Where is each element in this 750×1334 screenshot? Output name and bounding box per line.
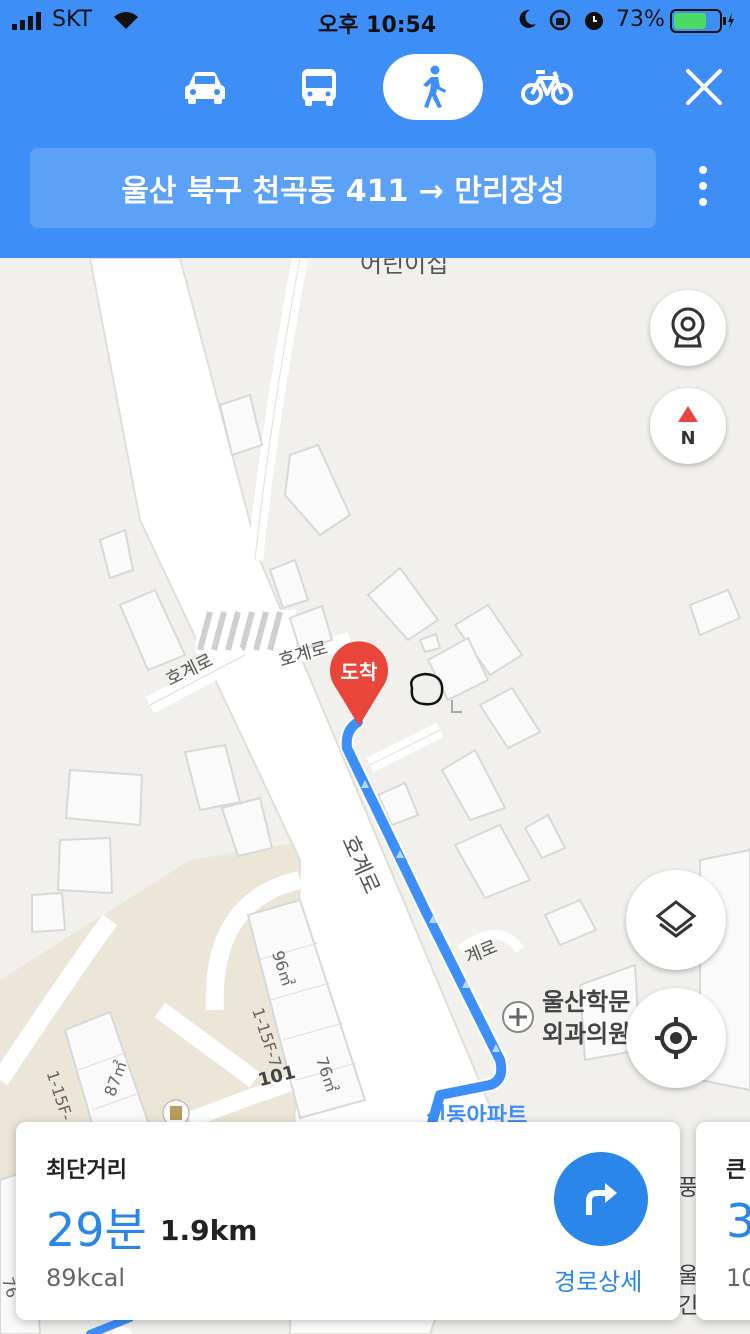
status-bar: SKT 오후 10:54 73%	[0, 0, 750, 40]
moon-icon	[516, 8, 538, 36]
close-icon	[686, 69, 722, 105]
clinic-name-line2: 외과의원	[542, 1020, 631, 1048]
route-option-card[interactable]: 최단거리 29분 1.9km 89kcal 경로상세	[16, 1122, 680, 1320]
apartment-icon	[170, 1106, 182, 1120]
layers-icon	[655, 900, 697, 938]
layers-button[interactable]	[626, 870, 726, 970]
walk-icon	[423, 65, 446, 108]
close-button[interactable]	[654, 54, 750, 120]
tab-bus[interactable]	[269, 54, 369, 120]
destination-marker[interactable]: 도착	[328, 640, 390, 728]
bus-icon	[302, 69, 336, 106]
route-detail-label[interactable]: 경로상세	[554, 1262, 642, 1297]
route-type-label: 최단거리	[46, 1158, 127, 1183]
carrier-label: SKT	[52, 7, 93, 32]
route-calories: 89kcal	[46, 1264, 126, 1292]
more-options-button[interactable]	[688, 166, 718, 210]
clinic-name-line1: 울산학문	[542, 988, 631, 1016]
drawn-circle-mark	[410, 672, 444, 706]
street-view-icon	[671, 307, 705, 348]
svg-text:N: N	[680, 428, 695, 448]
rotation-lock-icon	[548, 8, 572, 38]
signal-icon	[12, 11, 46, 36]
route-option-card-next[interactable]: 큰 3 10	[696, 1122, 750, 1320]
bike-icon	[521, 70, 573, 105]
map-label-daycare: 어린이집	[360, 258, 449, 278]
clock: 오후 10:54	[318, 13, 437, 38]
route-detail-button[interactable]	[554, 1152, 648, 1246]
tab-car[interactable]	[155, 54, 255, 120]
alarm-icon	[582, 8, 606, 38]
next-route-calories: 10	[726, 1264, 750, 1292]
route-duration: 29분	[46, 1203, 147, 1257]
next-route-type-label: 큰	[726, 1158, 747, 1183]
compass-button[interactable]: N	[650, 388, 726, 464]
battery-icon	[670, 9, 736, 39]
tab-bike[interactable]	[497, 54, 597, 120]
tab-walk[interactable]	[383, 54, 483, 120]
route-summary-field[interactable]: 울산 북구 천곡동 411 → 만리장성	[30, 148, 656, 228]
street-view-button[interactable]	[650, 290, 726, 366]
my-location-button[interactable]	[626, 988, 726, 1088]
wifi-icon	[112, 9, 140, 37]
compass-icon: N	[678, 406, 698, 448]
next-route-duration: 3	[726, 1194, 750, 1248]
route-distance: 1.9km	[160, 1214, 258, 1247]
transport-mode-tabs	[0, 54, 750, 124]
destination-label: 도착	[340, 660, 378, 684]
car-icon	[185, 72, 225, 104]
app-header: SKT 오후 10:54 73% 울산 북구 천곡동 411 → 만리장성	[0, 0, 750, 258]
battery-percent: 73%	[616, 7, 665, 32]
crosshair-icon	[655, 1017, 697, 1059]
turn-right-icon	[586, 1183, 617, 1215]
map-label-clinic: 울산학문 외과의원	[542, 986, 630, 1050]
